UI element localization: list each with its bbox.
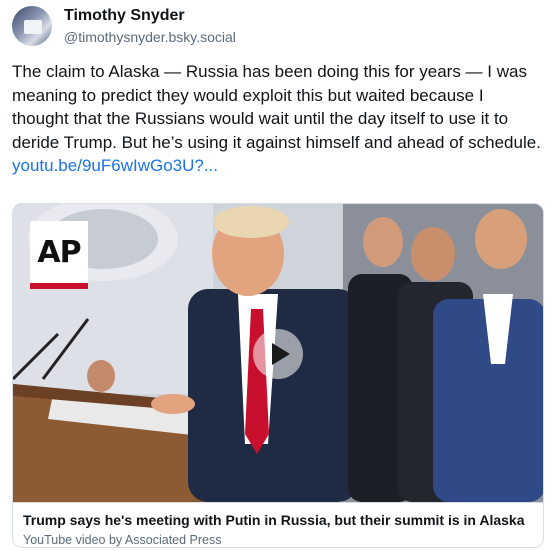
author-display-name[interactable]: Timothy Snyder	[64, 6, 236, 26]
card-subtitle: YouTube video by Associated Press	[23, 533, 222, 547]
post: Timothy Snyder @timothysnyder.bsky.socia…	[0, 0, 550, 551]
link-card[interactable]: AP Trump says he's meeting with Putin in…	[12, 203, 544, 548]
ap-logo: AP	[30, 221, 88, 289]
ap-logo-text: AP	[37, 234, 81, 270]
post-text: The claim to Alaska — Russia has been do…	[12, 60, 542, 178]
author-handle[interactable]: @timothysnyder.bsky.social	[64, 28, 236, 46]
post-header: Timothy Snyder @timothysnyder.bsky.socia…	[12, 6, 236, 46]
video-thumbnail[interactable]: AP	[13, 204, 543, 502]
card-meta: Trump says he's meeting with Putin in Ru…	[13, 502, 543, 547]
card-title[interactable]: Trump says he's meeting with Putin in Ru…	[23, 511, 535, 529]
author-names: Timothy Snyder @timothysnyder.bsky.socia…	[64, 6, 236, 46]
avatar[interactable]	[12, 6, 52, 46]
play-icon[interactable]	[253, 329, 303, 379]
post-body: The claim to Alaska — Russia has been do…	[12, 62, 541, 152]
post-link[interactable]: youtu.be/9uF6wIwGo3U?...	[12, 154, 542, 178]
